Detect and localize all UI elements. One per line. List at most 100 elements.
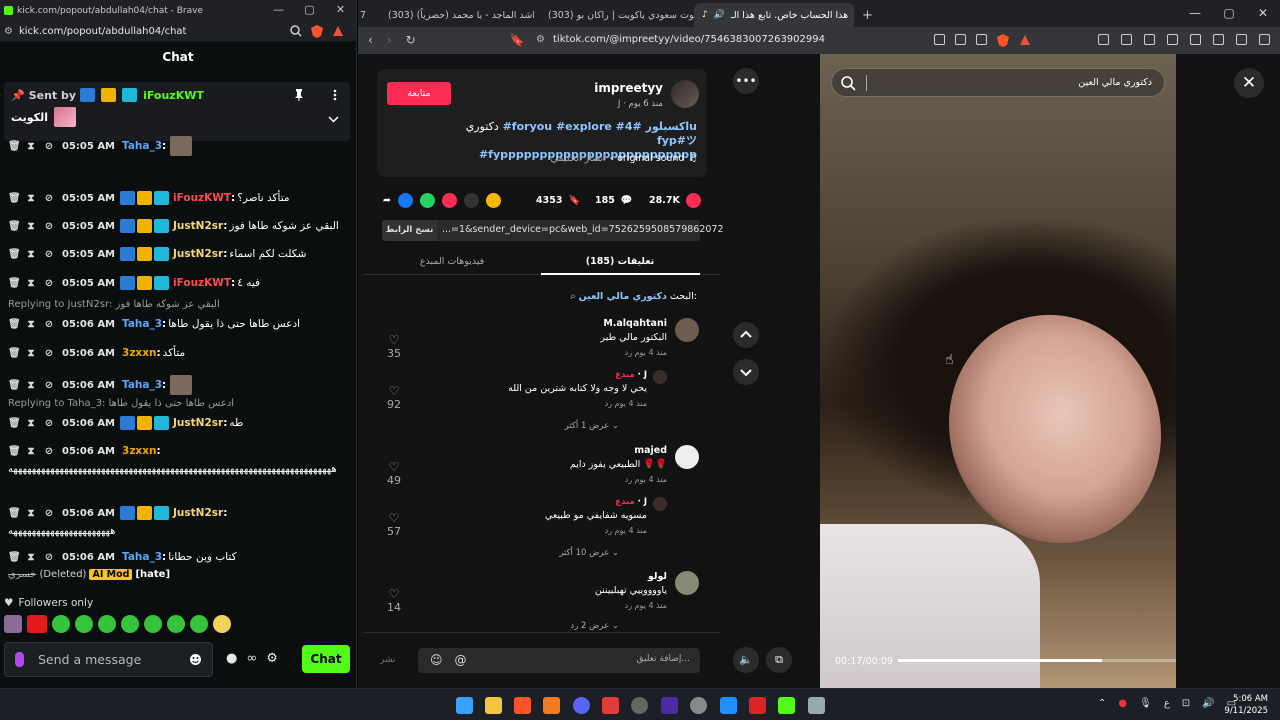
reply-author[interactable]: مبدع · J bbox=[407, 497, 647, 507]
delete-icon[interactable]: 🗑 bbox=[8, 193, 21, 204]
emote-icon[interactable] bbox=[4, 615, 22, 633]
extensions-icon[interactable] bbox=[1098, 34, 1109, 45]
delete-icon[interactable]: 🗑 bbox=[8, 508, 21, 519]
tray-app-icon[interactable]: ● bbox=[1118, 698, 1127, 709]
mic-icon[interactable]: 🎙 bbox=[1139, 698, 1152, 709]
emote-icon[interactable] bbox=[75, 615, 93, 633]
desc-tags[interactable]: #foryou #explore #اكسبلور #4u fyp#ツ bbox=[503, 120, 697, 147]
media-icon[interactable] bbox=[1144, 34, 1155, 45]
message-username[interactable]: Taha_3 bbox=[122, 318, 162, 330]
close-window-button[interactable]: ✕ bbox=[325, 0, 356, 21]
emote-icon[interactable] bbox=[98, 615, 116, 633]
leo-ai-icon[interactable] bbox=[1213, 34, 1224, 45]
mention-icon[interactable]: @ bbox=[455, 653, 467, 667]
discord-icon[interactable] bbox=[573, 697, 590, 714]
message-username[interactable]: JustN2sr bbox=[173, 507, 223, 519]
forward-icon[interactable]: › bbox=[387, 33, 392, 47]
commenter-name[interactable]: لولو bbox=[389, 571, 667, 582]
cast-icon[interactable] bbox=[955, 34, 966, 45]
clock[interactable]: 5:06 AM 9/11/2025 bbox=[1224, 693, 1268, 717]
repost-icon[interactable] bbox=[485, 192, 501, 208]
emoji-picker-icon[interactable] bbox=[189, 653, 202, 666]
add-comment-input[interactable]: إضافة تعليق... ☺ @ bbox=[418, 648, 700, 673]
network-icon[interactable]: ⊡ bbox=[1182, 698, 1190, 709]
timeout-icon[interactable]: ⧗ bbox=[26, 508, 36, 519]
emote-icon[interactable] bbox=[52, 615, 70, 633]
comment-like[interactable]: ♡ 57 bbox=[385, 512, 403, 539]
commenter-name[interactable]: majed bbox=[389, 445, 667, 456]
search-icon[interactable] bbox=[840, 75, 856, 91]
delete-icon[interactable]: 🗑 bbox=[8, 319, 21, 330]
message-username[interactable]: iFouzKWT bbox=[173, 277, 231, 289]
delete-icon[interactable]: 🗑 bbox=[8, 348, 21, 359]
previous-video-button[interactable] bbox=[733, 322, 759, 348]
maximize-button[interactable]: ▢ bbox=[294, 0, 325, 21]
delete-icon[interactable]: 🗑 bbox=[8, 278, 21, 289]
timeout-icon[interactable]: ⧗ bbox=[26, 278, 36, 289]
comment-like[interactable]: ♡ 35 bbox=[385, 334, 403, 361]
comment-meta[interactable]: منذ 4 يوم رد bbox=[389, 601, 667, 610]
brave-shield-icon[interactable] bbox=[997, 34, 1009, 47]
wallet-icon[interactable] bbox=[1190, 34, 1201, 45]
delete-icon[interactable]: 🗑 bbox=[8, 380, 21, 391]
minimize-button[interactable]: — bbox=[1178, 0, 1212, 26]
message-username[interactable]: JustN2sr bbox=[173, 248, 223, 260]
timeout-icon[interactable]: ⧗ bbox=[26, 380, 36, 391]
commenter-avatar[interactable] bbox=[675, 445, 699, 469]
pinned-message[interactable]: 📌 Sent by iFouzKWT الكويت bbox=[4, 82, 350, 141]
message-username[interactable]: 3zxxn bbox=[122, 445, 156, 457]
share-arrow-icon[interactable]: ➦ bbox=[383, 195, 391, 206]
video-player[interactable]: دكتوري مالي العين ☝ 00:17/00:09 bbox=[820, 54, 1176, 688]
chevron-down-icon[interactable] bbox=[328, 116, 339, 123]
reply-meta[interactable]: منذ 4 يوم رد bbox=[407, 399, 647, 408]
timeout-icon[interactable]: ⧗ bbox=[26, 319, 36, 330]
start-icon[interactable] bbox=[456, 697, 473, 714]
message-username[interactable]: Taha_3 bbox=[122, 379, 162, 391]
view-more-replies[interactable]: عرض 10 أكثر ⌄ bbox=[559, 548, 619, 558]
brave-browser-icon[interactable] bbox=[514, 697, 531, 714]
creator-avatar-small[interactable] bbox=[653, 497, 667, 511]
emote-icon[interactable] bbox=[167, 615, 185, 633]
ban-icon[interactable]: ⊘ bbox=[44, 221, 54, 232]
copy-link-button[interactable]: نسخ الرابط bbox=[382, 220, 437, 241]
view-more-replies[interactable]: عرض 2 رد ⌄ bbox=[570, 621, 619, 631]
tab-comments[interactable]: (185) تعليقات bbox=[531, 256, 709, 267]
emote-icon[interactable] bbox=[121, 615, 139, 633]
volume-icon[interactable]: 🔊 bbox=[1202, 698, 1214, 709]
timeout-icon[interactable]: ⧗ bbox=[26, 446, 36, 457]
kick-app-icon[interactable] bbox=[778, 697, 795, 714]
timeout-icon[interactable]: ⧗ bbox=[26, 418, 36, 429]
new-tab-button[interactable]: + bbox=[854, 3, 881, 27]
app-icon[interactable] bbox=[602, 697, 619, 714]
sidebar-icon[interactable] bbox=[1167, 34, 1178, 45]
no-tracking-icon[interactable] bbox=[934, 34, 945, 45]
whatsapp-icon[interactable] bbox=[419, 192, 435, 208]
app-icon[interactable] bbox=[690, 697, 707, 714]
language-icon[interactable]: ع bbox=[1164, 698, 1170, 709]
tab-creator-videos[interactable]: فيديوهات المبدع bbox=[363, 256, 541, 267]
commenter-name[interactable]: M.alqahtani bbox=[389, 318, 667, 329]
brave-rewards-icon[interactable] bbox=[332, 25, 344, 37]
comment-like[interactable]: ♡ 49 bbox=[385, 461, 403, 488]
saves-stat[interactable]: 4353 🔖 bbox=[536, 195, 580, 206]
comment-like[interactable]: ♡ 14 bbox=[385, 588, 403, 615]
next-video-button[interactable] bbox=[733, 359, 759, 385]
ban-icon[interactable]: ⊘ bbox=[44, 193, 54, 204]
embed-icon[interactable] bbox=[463, 192, 479, 208]
video-progress-bar[interactable] bbox=[898, 659, 1176, 662]
commenter-avatar[interactable] bbox=[675, 571, 699, 595]
timeout-icon[interactable]: ⧗ bbox=[26, 552, 36, 563]
ban-icon[interactable]: ⊘ bbox=[44, 348, 54, 359]
timeout-icon[interactable]: ⧗ bbox=[26, 348, 36, 359]
timeout-icon[interactable]: ⧗ bbox=[26, 193, 36, 204]
more-options-icon[interactable] bbox=[333, 89, 337, 101]
file-explorer-icon[interactable] bbox=[485, 697, 502, 714]
comment-like[interactable]: ♡ 92 bbox=[385, 385, 403, 412]
brave-shield-icon[interactable] bbox=[311, 25, 323, 38]
ban-icon[interactable]: ⊘ bbox=[44, 446, 54, 457]
tab-item[interactable]: 7 bbox=[358, 3, 374, 27]
send-message-input[interactable]: Send a message bbox=[4, 642, 213, 677]
likes-stat[interactable]: 28.7K bbox=[649, 192, 701, 208]
message-username[interactable]: Taha_3 bbox=[122, 140, 162, 152]
close-window-button[interactable]: ✕ bbox=[1246, 0, 1280, 26]
